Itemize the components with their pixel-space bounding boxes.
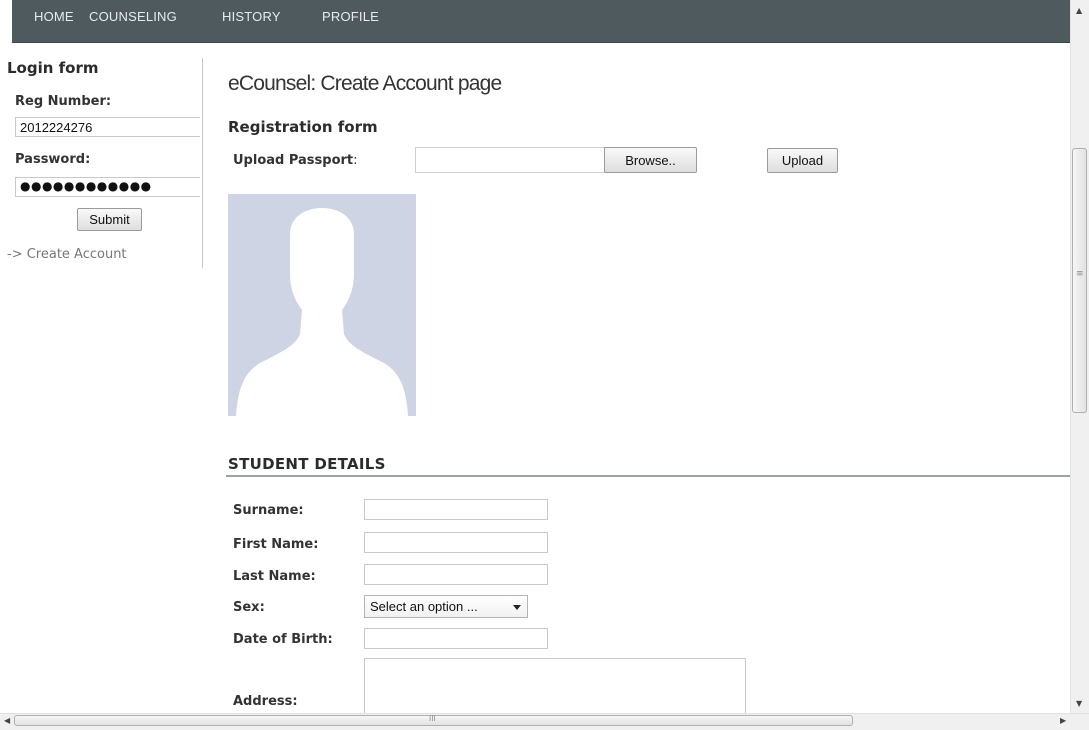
- scroll-up-arrow-icon[interactable]: ▲: [1076, 6, 1082, 15]
- passport-file-path-field[interactable]: [415, 147, 605, 173]
- horizontal-scroll-thumb[interactable]: III: [14, 714, 853, 726]
- last-name-label: Last Name:: [233, 569, 316, 584]
- registration-form-title: Registration form: [228, 118, 378, 136]
- student-details-heading: STUDENT DETAILS: [228, 455, 386, 473]
- vertical-scroll-thumb[interactable]: ≡: [1072, 148, 1087, 413]
- submit-button[interactable]: Submit: [77, 208, 142, 231]
- address-textarea[interactable]: [364, 658, 746, 718]
- scroll-down-arrow-icon[interactable]: ▼: [1076, 699, 1082, 708]
- browse-button[interactable]: Browse..: [604, 147, 697, 173]
- reg-number-input[interactable]: 2012224276: [15, 117, 200, 137]
- password-label: Password:: [15, 152, 91, 167]
- date-of-birth-input[interactable]: [364, 628, 548, 649]
- first-name-input[interactable]: [364, 532, 548, 553]
- section-divider: [226, 475, 1072, 477]
- surname-input[interactable]: [364, 499, 548, 520]
- passport-photo-placeholder: [228, 194, 416, 416]
- chevron-down-icon: [513, 605, 521, 610]
- create-account-link[interactable]: -> Create Account: [7, 247, 127, 262]
- surname-label: Surname:: [233, 503, 304, 518]
- sex-select-value: Select an option ...: [370, 599, 478, 614]
- upload-passport-text: Upload Passport: [233, 153, 354, 168]
- upload-button[interactable]: Upload: [767, 148, 838, 173]
- vertical-thumb-grip: ≡: [1076, 269, 1084, 279]
- default-avatar-silhouette-icon: [236, 208, 408, 416]
- sex-label: Sex:: [233, 600, 265, 615]
- nav-history[interactable]: HISTORY: [222, 9, 281, 24]
- nav-profile[interactable]: PROFILE: [322, 9, 379, 24]
- password-input[interactable]: ●●●●●●●●●●●●: [15, 177, 200, 197]
- nav-home[interactable]: HOME: [34, 9, 74, 24]
- date-of-birth-label: Date of Birth:: [233, 632, 333, 647]
- sex-select[interactable]: Select an option ...: [364, 595, 528, 618]
- address-label: Address:: [233, 694, 298, 709]
- upload-passport-label: Upload Passport:: [233, 153, 358, 168]
- login-form-title: Login form: [7, 59, 99, 77]
- last-name-input[interactable]: [364, 564, 548, 585]
- upload-passport-colon: :: [353, 153, 358, 168]
- scroll-right-arrow-icon[interactable]: ▶: [1060, 716, 1066, 725]
- top-navbar: HOME COUNSELING HISTORY PROFILE: [12, 0, 1070, 43]
- page-title: eCounsel: Create Account page: [228, 72, 502, 95]
- first-name-label: First Name:: [233, 537, 319, 552]
- horizontal-thumb-grip: III: [429, 714, 436, 723]
- scroll-left-arrow-icon[interactable]: ◀: [4, 716, 10, 725]
- reg-number-label: Reg Number:: [15, 94, 112, 109]
- nav-counseling[interactable]: COUNSELING: [89, 9, 177, 24]
- sidebar-divider: [202, 58, 203, 268]
